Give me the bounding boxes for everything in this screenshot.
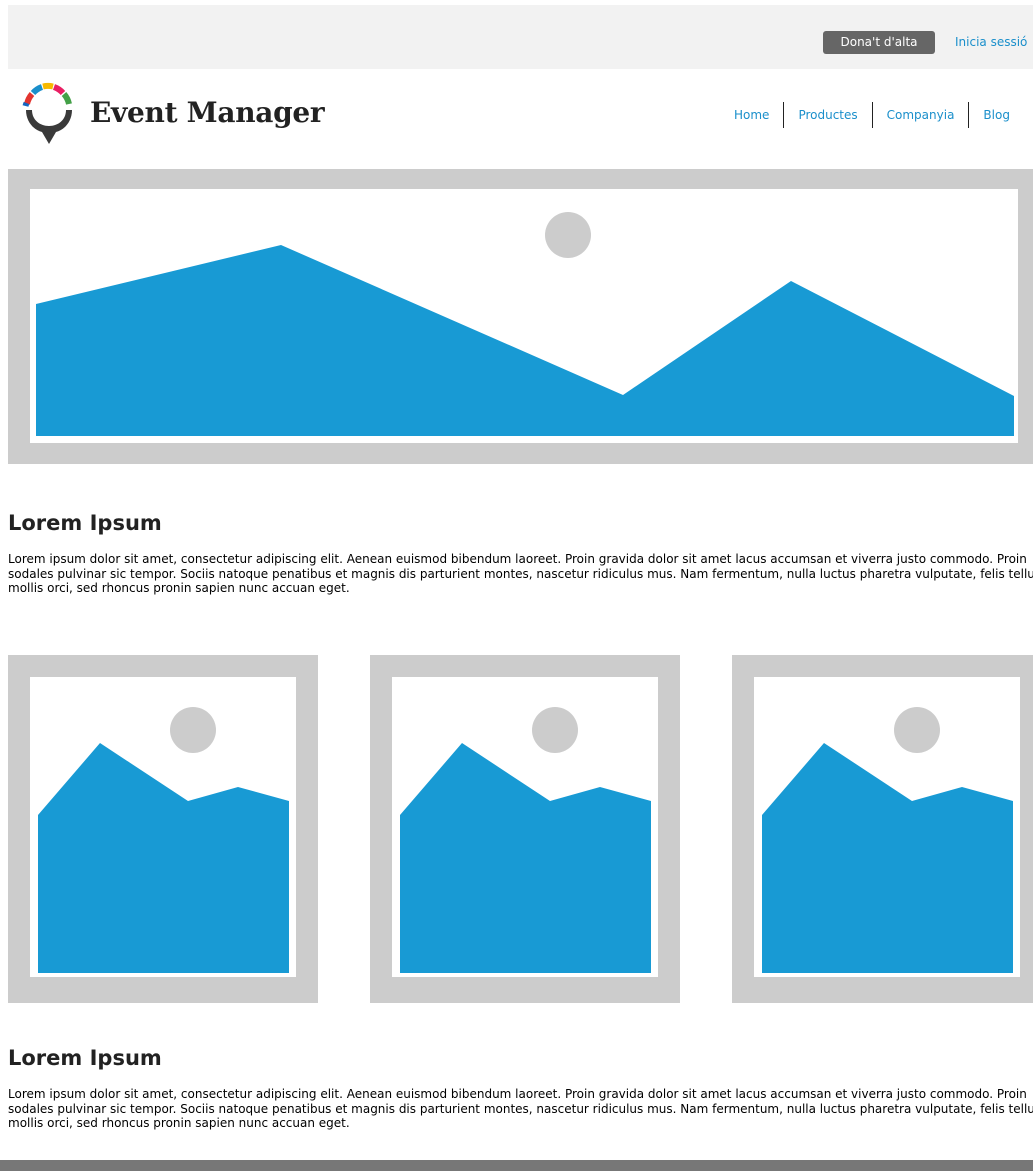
top-bar: Dona't d'alta Inicia sessió [8,5,1033,69]
thumbnail-image-placeholder [732,655,1033,1003]
login-link[interactable]: Inicia sessió [955,31,1027,54]
nav-item-companyia[interactable]: Companyia [873,101,969,129]
nav-item-blog[interactable]: Blog [969,101,1024,129]
section-text: Lorem ipsum dolor sit amet, consectetur … [8,1087,1033,1130]
brand-title[interactable]: Event Manager [90,96,325,129]
main-nav: Home Productes Companyia Blog [720,101,1024,129]
thumbnail-image-placeholder [8,655,318,1003]
signup-button[interactable]: Dona't d'alta [823,31,935,54]
section-text: Lorem ipsum dolor sit amet, consectetur … [8,552,1033,595]
section-title: Lorem Ipsum [8,1046,162,1070]
nav-item-home[interactable]: Home [720,101,783,129]
page: Dona't d'alta Inicia sessió Event Manage… [0,0,1033,1171]
footer [0,1160,1033,1171]
hero-image-placeholder [8,169,1033,464]
thumbnail-image-placeholder [370,655,680,1003]
event-manager-logo[interactable] [20,82,78,152]
nav-item-productes[interactable]: Productes [784,101,871,129]
section-title: Lorem Ipsum [8,511,162,535]
